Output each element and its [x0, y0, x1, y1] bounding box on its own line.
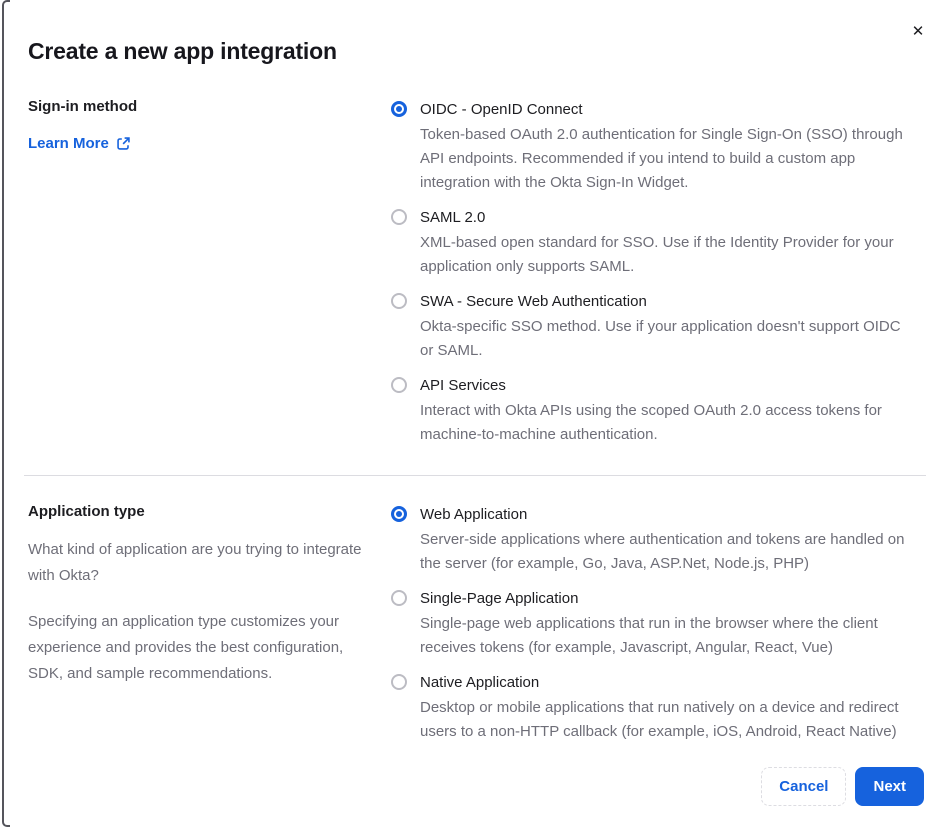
learn-more-link[interactable]: Learn More [28, 135, 131, 152]
section-divider [24, 475, 926, 476]
radio-option-api-services[interactable]: API Services Interact with Okta APIs usi… [391, 373, 911, 447]
radio-option-label[interactable]: OIDC - OpenID Connect [420, 101, 583, 118]
radio-option-oidc[interactable]: OIDC - OpenID Connect Token-based OAuth … [391, 97, 911, 195]
dialog-footer: Cancel Next [761, 767, 924, 806]
learn-more-label: Learn More [28, 135, 109, 152]
radio-option-description: XML-based open standard for SSO. Use if … [420, 234, 894, 275]
application-type-label: Application type [28, 503, 145, 520]
radio-icon[interactable] [391, 506, 407, 522]
radio-option-description: Server-side applications where authentic… [420, 531, 905, 572]
create-app-integration-dialog: Create a new app integration Sign-in met… [0, 0, 950, 744]
cancel-button[interactable]: Cancel [761, 767, 847, 806]
radio-option-saml[interactable]: SAML 2.0 XML-based open standard for SSO… [391, 205, 911, 279]
application-type-note: Specifying an application type customize… [28, 613, 344, 682]
radio-icon[interactable] [391, 674, 407, 690]
external-link-icon [116, 136, 131, 151]
radio-icon[interactable] [391, 209, 407, 225]
signin-method-label: Sign-in method [28, 98, 138, 115]
application-type-section: Application type What kind of applicatio… [28, 502, 926, 744]
radio-icon[interactable] [391, 101, 407, 117]
page-title: Create a new app integration [28, 38, 337, 64]
radio-icon[interactable] [391, 377, 407, 393]
close-icon[interactable]: ✕ [906, 20, 930, 44]
radio-option-description: Token-based OAuth 2.0 authentication for… [420, 126, 903, 191]
next-button[interactable]: Next [855, 767, 924, 806]
application-type-question: What kind of application are you trying … [28, 541, 362, 584]
radio-option-description: Desktop or mobile applications that run … [420, 699, 899, 740]
radio-option-description: Interact with Okta APIs using the scoped… [420, 402, 882, 443]
radio-option-swa[interactable]: SWA - Secure Web Authentication Okta-spe… [391, 289, 911, 363]
radio-option-label[interactable]: Single-Page Application [420, 590, 578, 607]
radio-option-label[interactable]: SAML 2.0 [420, 209, 485, 226]
radio-option-label[interactable]: API Services [420, 377, 506, 394]
radio-option-label[interactable]: Web Application [420, 506, 527, 523]
radio-option-native-application[interactable]: Native Application Desktop or mobile app… [391, 670, 911, 744]
signin-method-section: Sign-in method Learn More OIDC - OpenID … [28, 97, 926, 447]
radio-option-label[interactable]: SWA - Secure Web Authentication [420, 293, 647, 310]
radio-option-description: Okta-specific SSO method. Use if your ap… [420, 318, 901, 359]
radio-option-description: Single-page web applications that run in… [420, 615, 878, 656]
radio-icon[interactable] [391, 293, 407, 309]
radio-option-web-application[interactable]: Web Application Server-side applications… [391, 502, 911, 576]
radio-icon[interactable] [391, 590, 407, 606]
radio-option-single-page-application[interactable]: Single-Page Application Single-page web … [391, 586, 911, 660]
radio-option-label[interactable]: Native Application [420, 674, 539, 691]
